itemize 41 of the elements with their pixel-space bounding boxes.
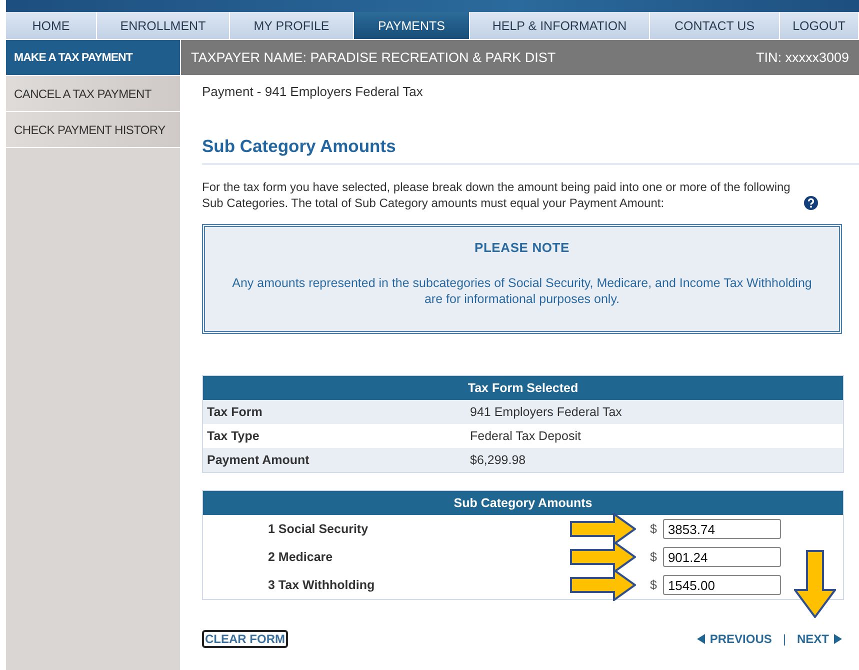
nav-tab[interactable]: HOME [6, 12, 97, 40]
clear-form-button[interactable]: CLEAR FORM [202, 630, 288, 648]
subcategory-label: 1 Social Security [267, 522, 370, 536]
next-icon[interactable] [834, 634, 842, 644]
intro-text: For the tax form you have selected, please break down the amount being paid into one or more of the following Sub Categories. The total of Sub Category amounts must equal your Payment Amount: [202, 179, 792, 211]
nav-tab[interactable]: ENROLLMENT [97, 12, 230, 40]
separator: | [782, 632, 786, 646]
note-text: Any amounts represented in the subcategories of Social Security, Medicare, and Income Tax Withholding are for informational purposes only. [231, 275, 813, 307]
help-icon[interactable] [804, 196, 818, 210]
tin-text: TIN: xxxxx3009 [756, 50, 849, 65]
amount-field[interactable]: 3853.74 [662, 519, 781, 539]
nav-tab[interactable]: PAYMENTS [354, 12, 470, 40]
sidebar-item[interactable]: MAKE A TAX PAYMENT [6, 40, 180, 76]
section-heading: Sub Category Amounts [202, 136, 859, 165]
row-value: 941 Employers Federal Tax [470, 405, 622, 419]
subcategory-label: 3 Tax Withholding [267, 578, 376, 592]
note-title: PLEASE NOTE [473, 240, 571, 255]
table-header: Tax Form Selected [203, 376, 843, 400]
nav-tab[interactable]: LOGOUT [780, 12, 859, 40]
currency-symbol: $ [650, 550, 657, 564]
subcategory-label: 2 Medicare [267, 550, 334, 564]
currency-symbol: $ [650, 578, 657, 592]
row-label: Tax Form [206, 405, 264, 419]
amount-field[interactable]: 901.24 [662, 547, 781, 567]
table-header: Sub Category Amounts [203, 491, 843, 515]
nav-tab[interactable]: HELP & INFORMATION [470, 12, 650, 40]
previous-link[interactable]: PREVIOUS [710, 632, 772, 646]
row-value: Federal Tax Deposit [470, 429, 581, 443]
nav-tab[interactable]: MY PROFILE [230, 12, 354, 40]
row-label: Payment Amount [206, 453, 310, 467]
taxpayer-name: TAXPAYER NAME: PARADISE RECREATION & PARK DIST [191, 50, 556, 65]
next-link[interactable]: NEXT [796, 632, 829, 646]
nav-tab[interactable]: CONTACT US [650, 12, 780, 40]
breadcrumb: Payment - 941 Employers Federal Tax [202, 84, 424, 99]
row-value: $6,299.98 [470, 453, 526, 467]
sidebar-item[interactable]: CHECK PAYMENT HISTORY [6, 112, 180, 148]
amount-field[interactable]: 1545.00 [662, 575, 781, 595]
row-label: Tax Type [206, 429, 260, 443]
previous-icon[interactable] [696, 634, 705, 644]
sidebar-item[interactable]: CANCEL A TAX PAYMENT [6, 76, 180, 112]
currency-symbol: $ [650, 522, 657, 536]
